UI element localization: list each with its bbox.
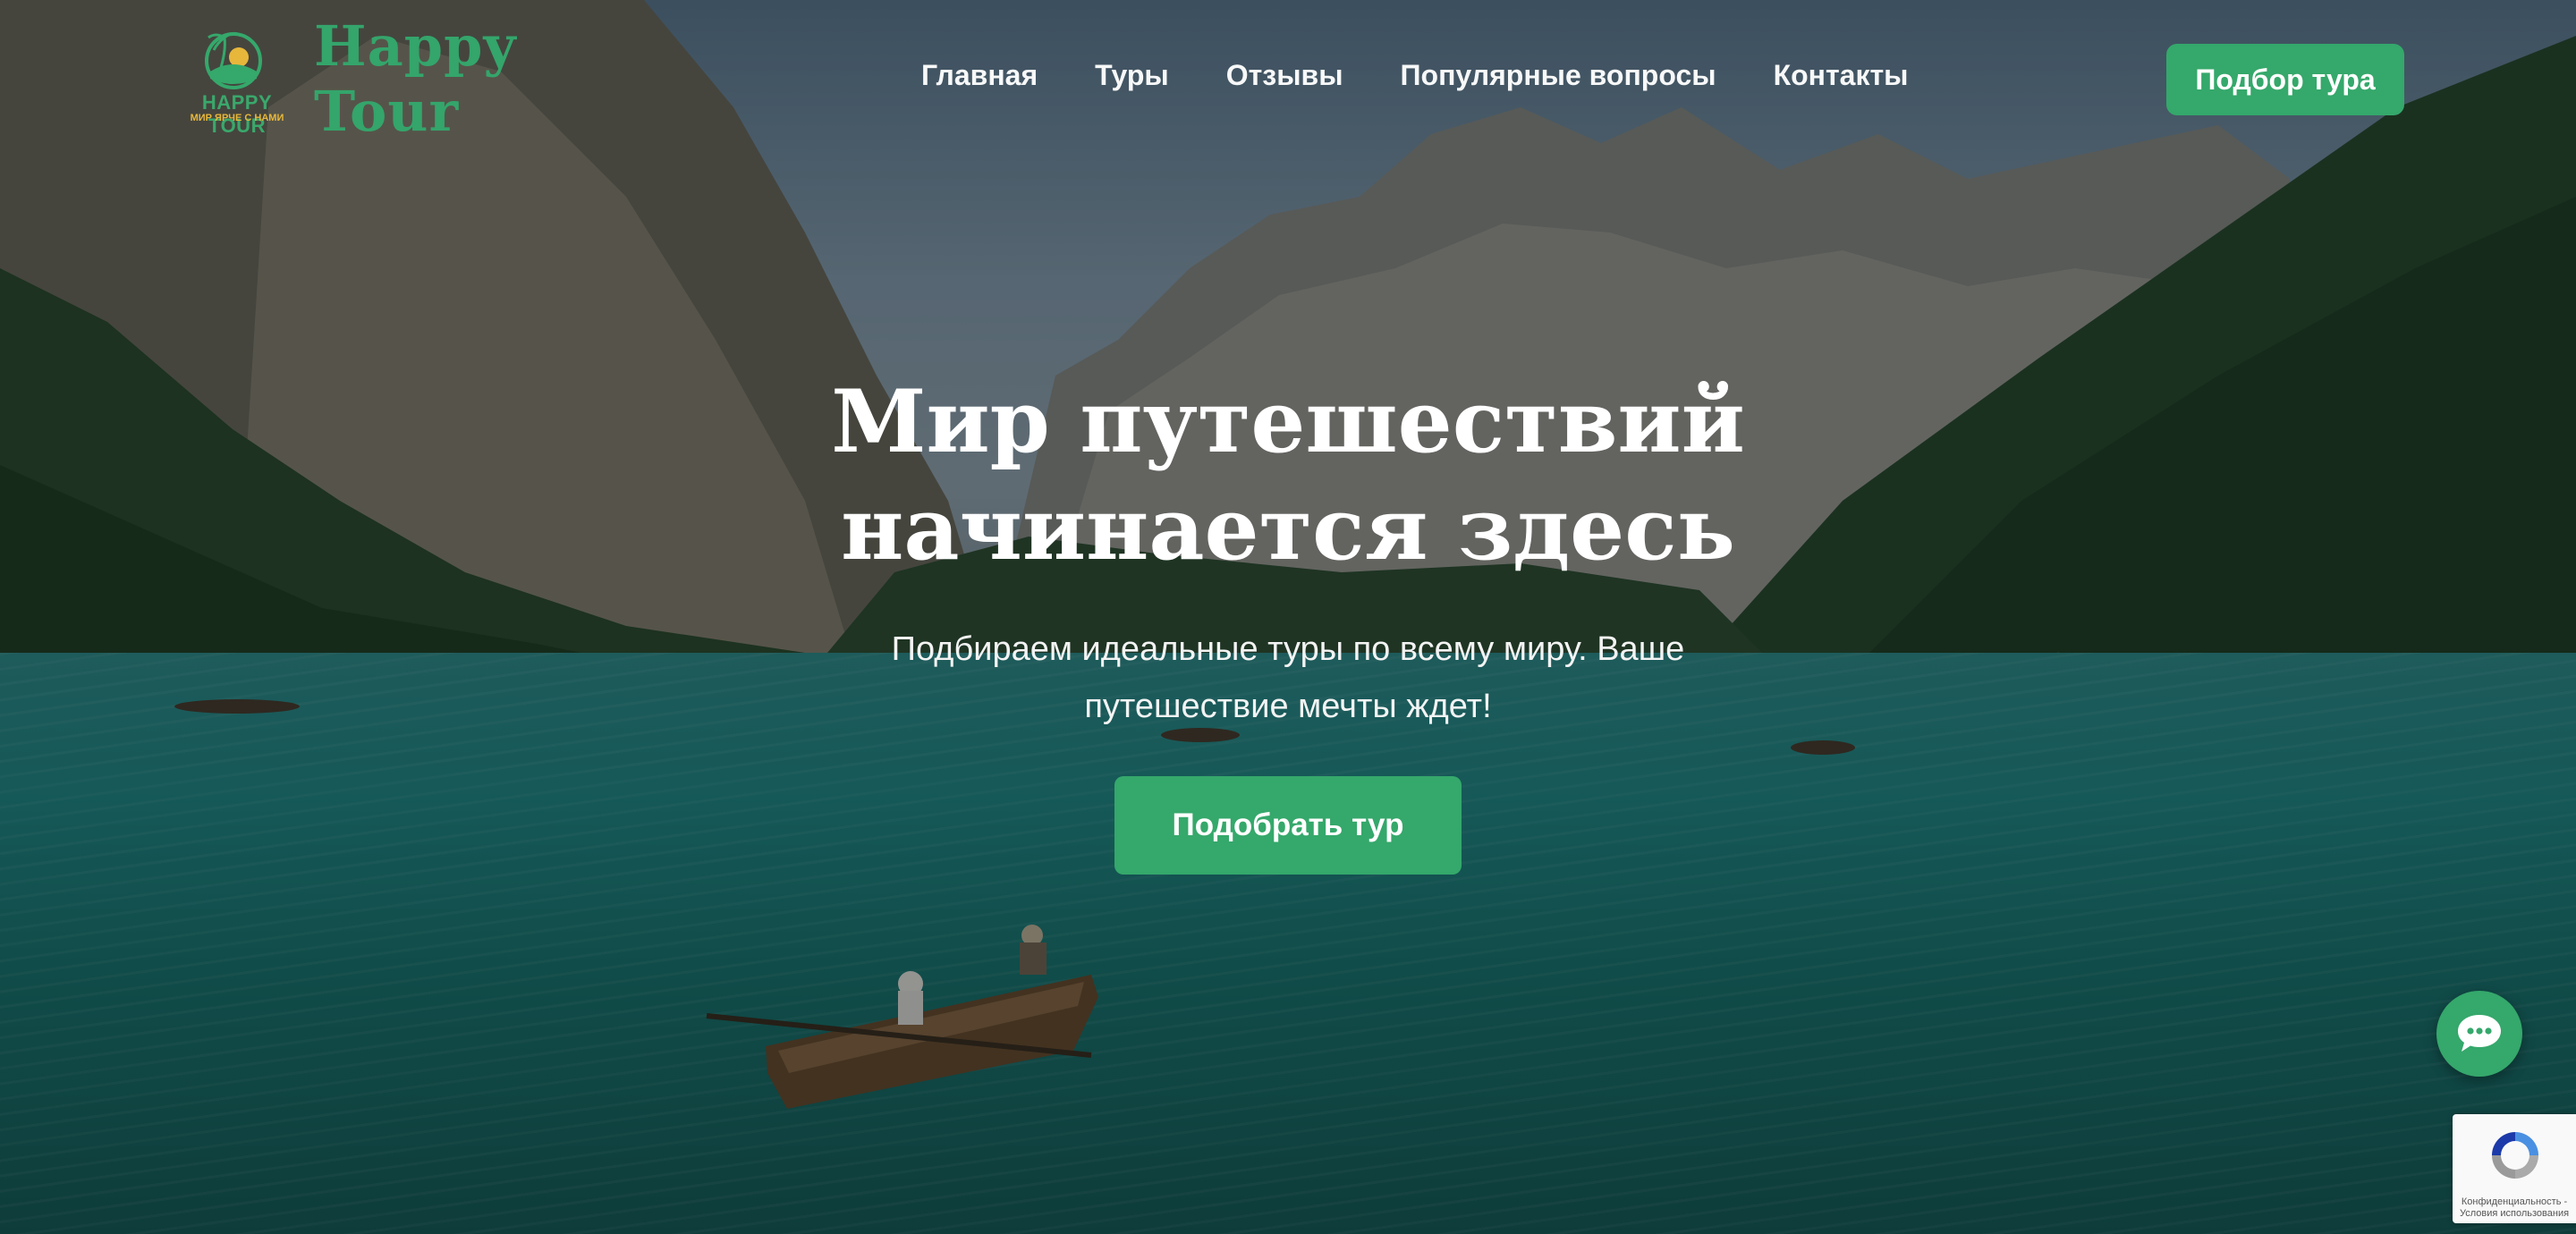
chat-button[interactable] (2436, 991, 2522, 1077)
brand-name: Happy Tour (313, 13, 517, 144)
nav-item-contacts[interactable]: Контакты (1774, 59, 1909, 92)
hero-find-tour-button[interactable]: Подобрать тур (1114, 776, 1462, 875)
nav-item-reviews[interactable]: Отзывы (1226, 59, 1343, 92)
main-nav: Главная Туры Отзывы Популярные вопросы К… (921, 59, 1908, 92)
chat-icon (2458, 1015, 2501, 1052)
logo-tagline: МИР ЯРЧЕ С НАМИ (190, 113, 284, 123)
logo[interactable]: HAPPY TOUR МИР ЯРЧЕ С НАМИ Happy Tour (179, 13, 662, 144)
header-tour-selection-button[interactable]: Подбор тура (2166, 44, 2404, 115)
palm-sun-emblem-icon (205, 31, 263, 89)
recaptcha-icon (2492, 1132, 2538, 1179)
nav-item-home[interactable]: Главная (921, 59, 1038, 92)
hero-title-line-1: Мир путешествий (831, 371, 1745, 472)
hero-title: Мир путешествий начинается здесь (0, 368, 2576, 583)
hero-subtitle: Подбираем идеальные туры по всему миру. … (0, 621, 2576, 735)
recaptcha-links[interactable]: Конфиденциальность - Условия использован… (2456, 1196, 2572, 1220)
hero-title-line-2: начинается здесь (841, 478, 1735, 579)
site-header: HAPPY TOUR МИР ЯРЧЕ С НАМИ Happy Tour Гл… (0, 0, 2576, 161)
logo-emblem: HAPPY TOUR МИР ЯРЧЕ С НАМИ (179, 25, 289, 137)
hero-background-image (0, 0, 2576, 1234)
nav-item-faq[interactable]: Популярные вопросы (1401, 59, 1716, 92)
recaptcha-badge[interactable]: Конфиденциальность - Условия использован… (2453, 1114, 2576, 1223)
nav-item-tours[interactable]: Туры (1095, 59, 1169, 92)
hero-subtitle-line-1: Подбираем идеальные туры по всему миру. … (891, 630, 1685, 668)
hero-subtitle-line-2: путешествие мечты ждет! (1084, 688, 1492, 725)
